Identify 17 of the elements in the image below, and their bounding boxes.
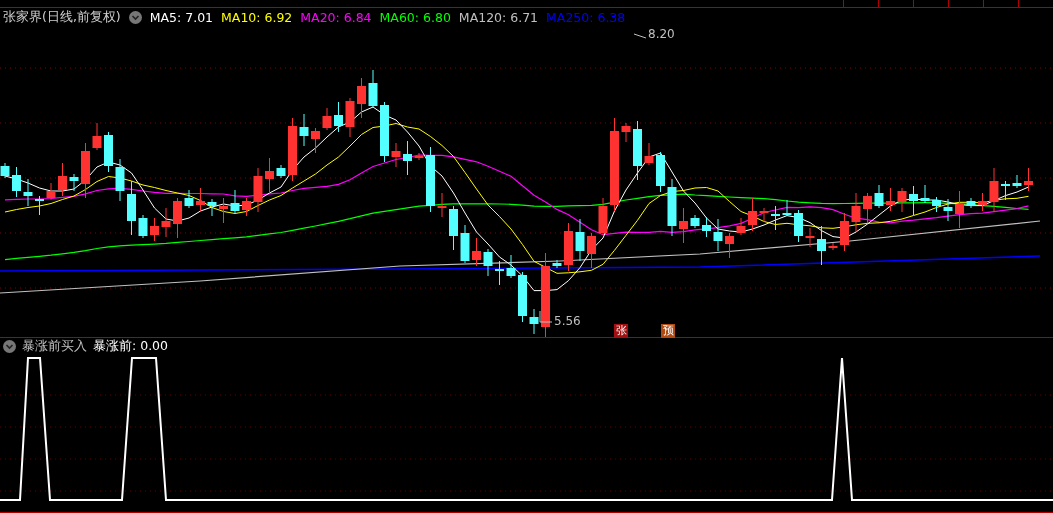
- indicator-name: 暴涨前买入: [22, 338, 87, 355]
- indicator-value: 暴涨前: 0.00: [93, 338, 169, 355]
- signal-marker: 张: [614, 324, 628, 338]
- stock-title: 张家界(日线,前复权): [3, 8, 121, 26]
- moving-average-value: MA10: 6.92: [221, 9, 293, 25]
- collapse-icon[interactable]: [3, 340, 16, 353]
- moving-average-value: MA60: 6.80: [379, 9, 451, 25]
- leader-line: [633, 33, 647, 39]
- low-price-label: 5.56: [554, 314, 581, 328]
- collapse-icon[interactable]: [128, 10, 142, 24]
- leader-line: [539, 310, 553, 323]
- moving-average-value: MA250: 6.38: [546, 9, 626, 25]
- moving-average-value: MA120: 6.71: [458, 9, 539, 25]
- high-price-label: 8.20: [648, 27, 675, 41]
- moving-average-value: MA20: 6.84: [300, 9, 372, 25]
- signal-marker: 预: [661, 324, 675, 338]
- moving-average-value: MA5: 7.01: [149, 9, 214, 25]
